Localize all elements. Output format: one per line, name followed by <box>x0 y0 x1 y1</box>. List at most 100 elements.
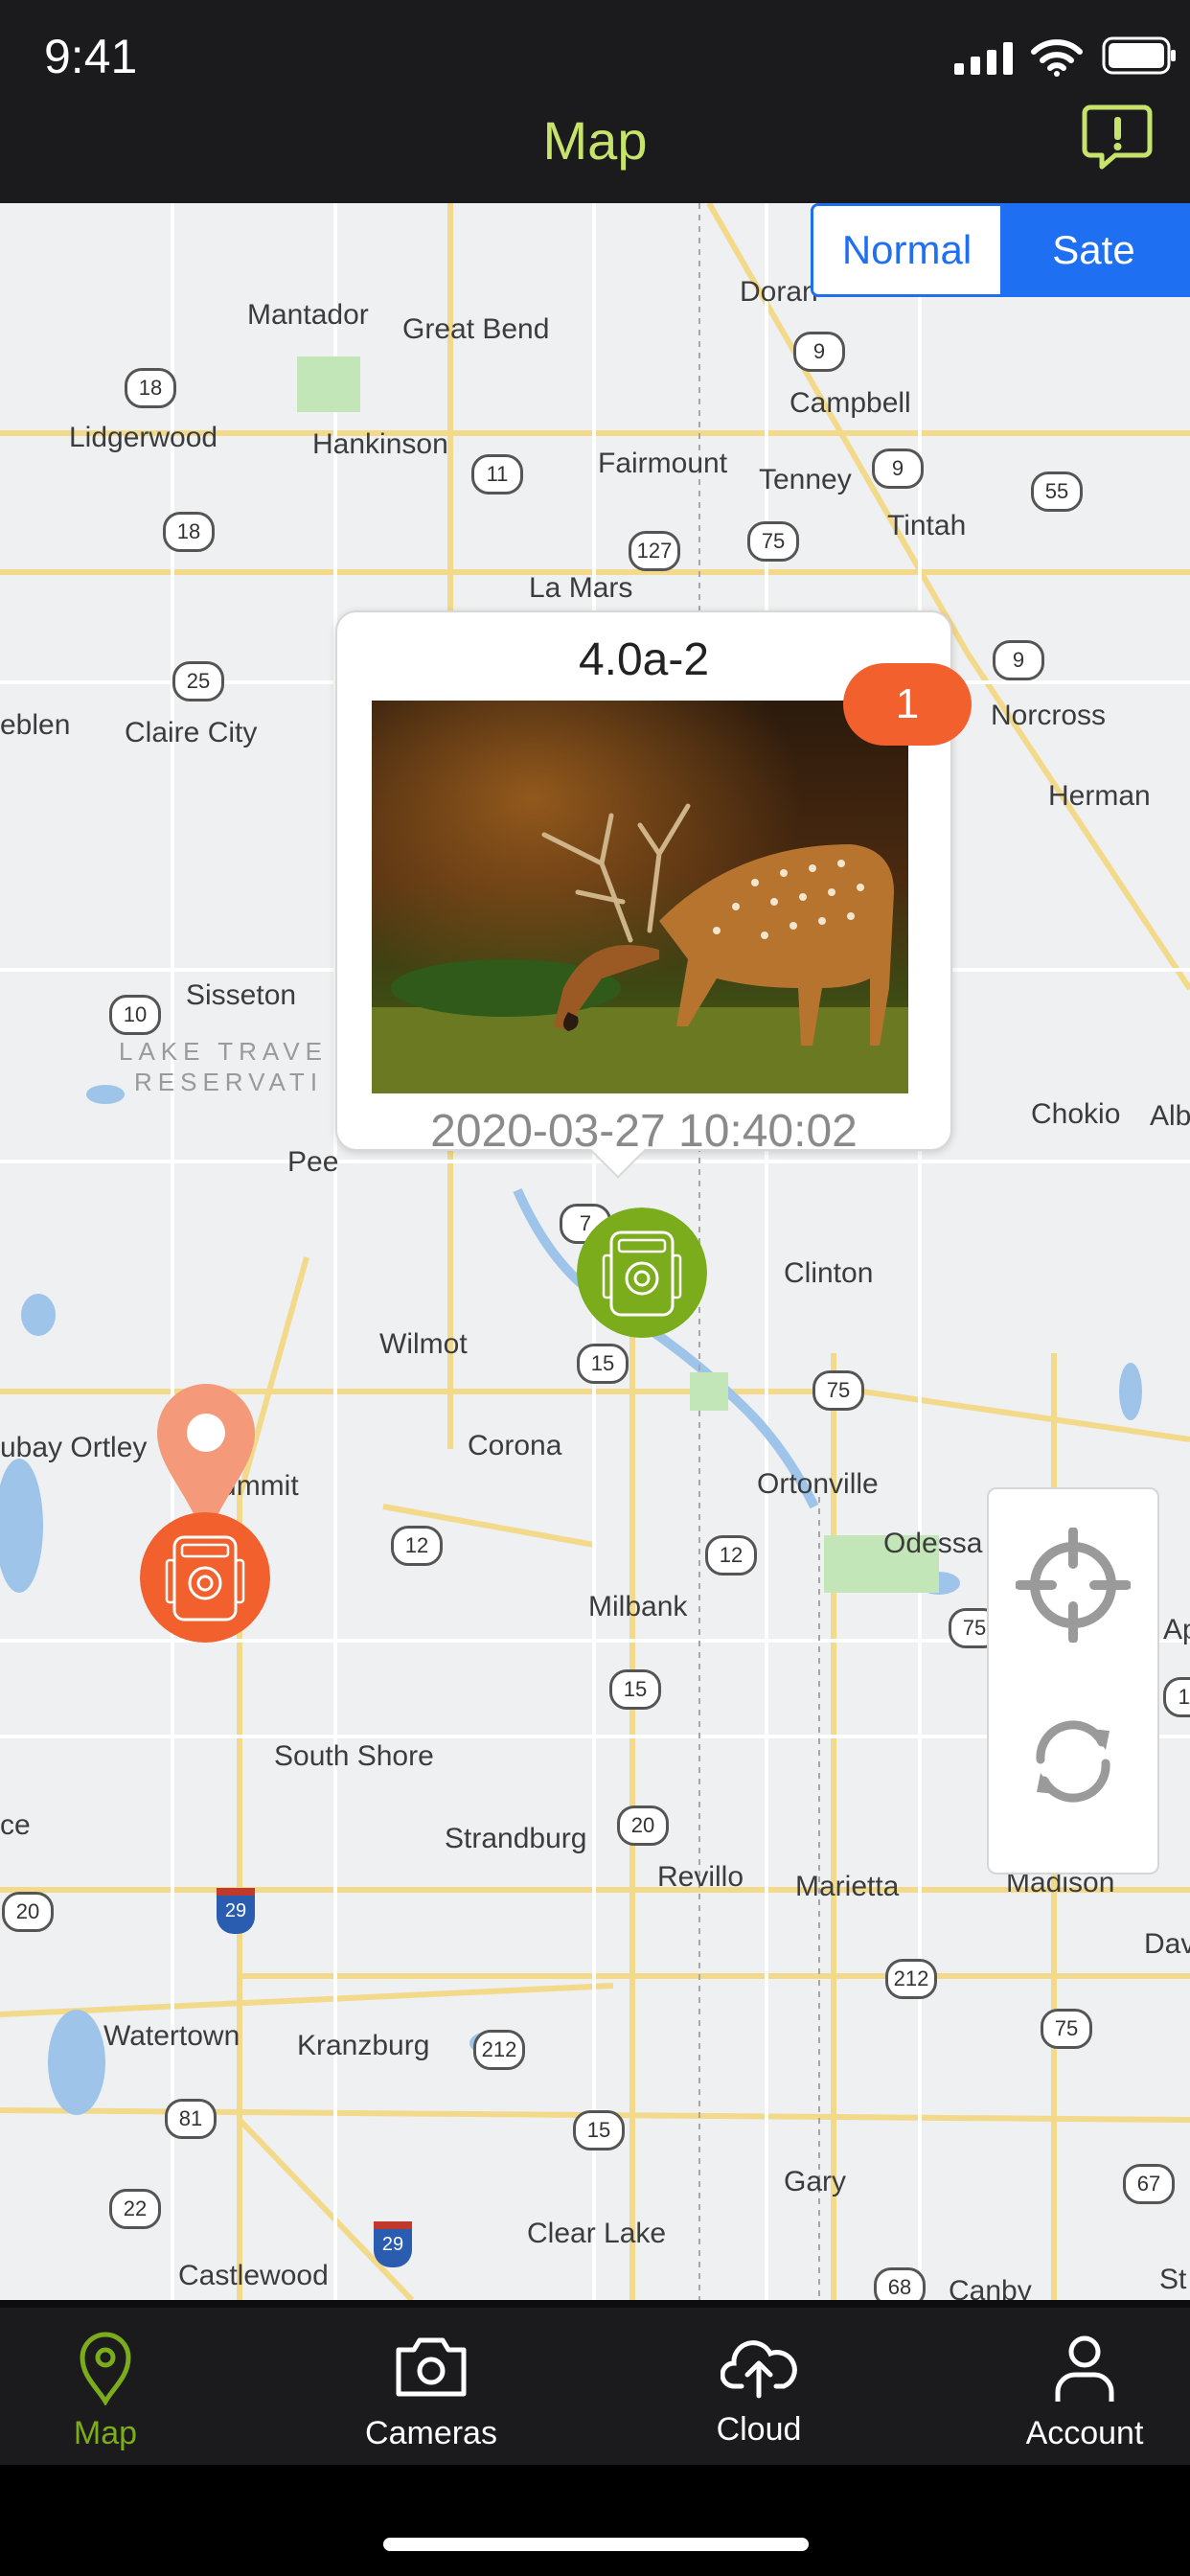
tab-account[interactable]: Account <box>979 2308 1190 2465</box>
person-icon <box>1055 2335 1114 2402</box>
photo-count-badge: 1 <box>843 663 972 746</box>
route-shield: 18 <box>125 368 176 408</box>
route-shield: 10 <box>109 995 161 1035</box>
route-shield: 9 <box>872 448 924 489</box>
map-controls <box>987 1487 1159 1874</box>
route-shield: 212 <box>473 2030 525 2070</box>
map-view[interactable]: Mantador Great Bend Doran Campbell Lidge… <box>0 203 1190 2300</box>
place-label: Watertown <box>103 2020 240 2052</box>
place-label: Gary <box>784 2166 847 2197</box>
photo-timestamp: 2020-03-27 10:40:02 <box>430 1106 858 1157</box>
place-label: Sisseton <box>186 979 297 1011</box>
place-label: Wilmot <box>379 1328 468 1360</box>
route-shield: 15 <box>577 1344 629 1384</box>
place-label: Dav <box>1144 1928 1190 1960</box>
place-label: Marietta <box>795 1871 900 1902</box>
tab-bar: Map Cameras Cloud Account <box>0 2300 1190 2465</box>
map-type-satellite-button[interactable]: Sate <box>1000 206 1187 294</box>
tab-cloud[interactable]: Cloud <box>653 2308 864 2465</box>
route-shield: 11 <box>1163 1677 1190 1717</box>
place-label: Corona <box>468 1430 562 1461</box>
route-shield: 15 <box>609 1669 661 1710</box>
trail-camera-marker-icon[interactable] <box>140 1512 270 1643</box>
status-bar: 9:41 <box>0 0 1190 115</box>
alert-bubble-icon[interactable] <box>1081 100 1154 172</box>
interstate-shield: 29 <box>217 1888 255 1934</box>
place-label: Hankinson <box>312 428 448 460</box>
wifi-icon <box>1031 39 1083 77</box>
place-label: Norcross <box>991 700 1107 731</box>
place-label: Fairmount <box>598 448 728 479</box>
home-indicator[interactable] <box>383 2538 809 2551</box>
place-label: Alb <box>1150 1100 1190 1132</box>
route-shield: 81 <box>165 2099 217 2139</box>
tab-label: Account <box>1025 2415 1144 2451</box>
tab-cameras[interactable]: Cameras <box>326 2308 537 2465</box>
nav-bar: Map <box>0 104 1190 203</box>
place-label: Great Bend <box>402 313 550 345</box>
place-label: Clear Lake <box>527 2218 667 2249</box>
status-time: 9:41 <box>44 30 138 83</box>
place-label: eblen <box>0 709 71 741</box>
route-shield: 9 <box>993 640 1044 680</box>
route-shield: 11 <box>471 454 523 494</box>
place-label: St <box>1159 2264 1187 2295</box>
place-label: Tenney <box>759 464 852 495</box>
route-shield: 127 <box>629 531 680 571</box>
battery-icon <box>1102 36 1176 75</box>
crosshair-icon[interactable] <box>1016 1528 1131 1643</box>
place-label: Campbell <box>790 387 911 419</box>
route-shield: 12 <box>705 1535 757 1576</box>
route-shield: 212 <box>885 1959 937 1999</box>
place-label: Clinton <box>784 1257 874 1289</box>
place-label: Claire City <box>125 717 258 748</box>
place-label: Milbank <box>588 1591 688 1622</box>
route-shield: 75 <box>1041 2009 1092 2049</box>
map-type-normal-button[interactable]: Normal <box>813 206 1000 294</box>
route-shield: 12 <box>391 1526 443 1566</box>
place-label: Revillo <box>657 1861 744 1893</box>
route-shield: 25 <box>172 661 224 702</box>
camera-photo-thumbnail[interactable] <box>372 701 908 1093</box>
tab-label: Cloud <box>716 2411 802 2448</box>
place-label: Ortonville <box>757 1468 879 1500</box>
place-label: Castlewood <box>178 2260 329 2291</box>
map-type-toggle[interactable]: Normal Sate <box>811 203 1190 297</box>
place-label: Mantador <box>247 299 369 331</box>
tab-label: Cameras <box>365 2415 497 2451</box>
route-shield: 75 <box>747 521 799 562</box>
route-shield: 68 <box>874 2267 926 2300</box>
place-label: ce <box>0 1809 31 1841</box>
trail-camera-marker-icon[interactable] <box>577 1208 707 1338</box>
page-title: Map <box>542 110 648 171</box>
place-label: Pee <box>287 1146 339 1178</box>
cloud-upload-icon <box>721 2340 797 2399</box>
place-label: Doran <box>740 276 818 308</box>
route-shield: 22 <box>109 2189 161 2229</box>
map-pin-icon <box>80 2332 131 2405</box>
place-label: Strandburg <box>445 1823 587 1854</box>
route-shield: 75 <box>812 1370 864 1411</box>
interstate-shield: 29 <box>374 2221 412 2267</box>
route-shield: 20 <box>2 1892 54 1932</box>
place-label: Odessa <box>883 1528 983 1559</box>
place-label: RESERVATI <box>134 1068 324 1096</box>
place-label: Ap <box>1163 1614 1190 1645</box>
route-shield: 55 <box>1031 472 1083 512</box>
home-indicator-area <box>0 2465 1190 2576</box>
place-label: Chokio <box>1031 1098 1121 1130</box>
place-label: ubay Ortley <box>0 1432 148 1463</box>
place-label: Herman <box>1048 780 1151 812</box>
place-label: Tintah <box>887 510 967 541</box>
refresh-icon[interactable] <box>1023 1712 1123 1811</box>
place-label: Lidgerwood <box>69 422 218 453</box>
place-label: LAKE TRAVE <box>119 1037 328 1066</box>
signal-icon <box>954 42 1013 75</box>
place-label: Kranzburg <box>297 2030 430 2061</box>
route-shield: 9 <box>793 332 845 372</box>
route-shield: 15 <box>573 2110 625 2150</box>
route-shield: 67 <box>1123 2164 1175 2204</box>
tab-map[interactable]: Map <box>0 2308 211 2465</box>
place-label: Canby <box>949 2275 1032 2300</box>
place-label: La Mars <box>529 572 633 604</box>
